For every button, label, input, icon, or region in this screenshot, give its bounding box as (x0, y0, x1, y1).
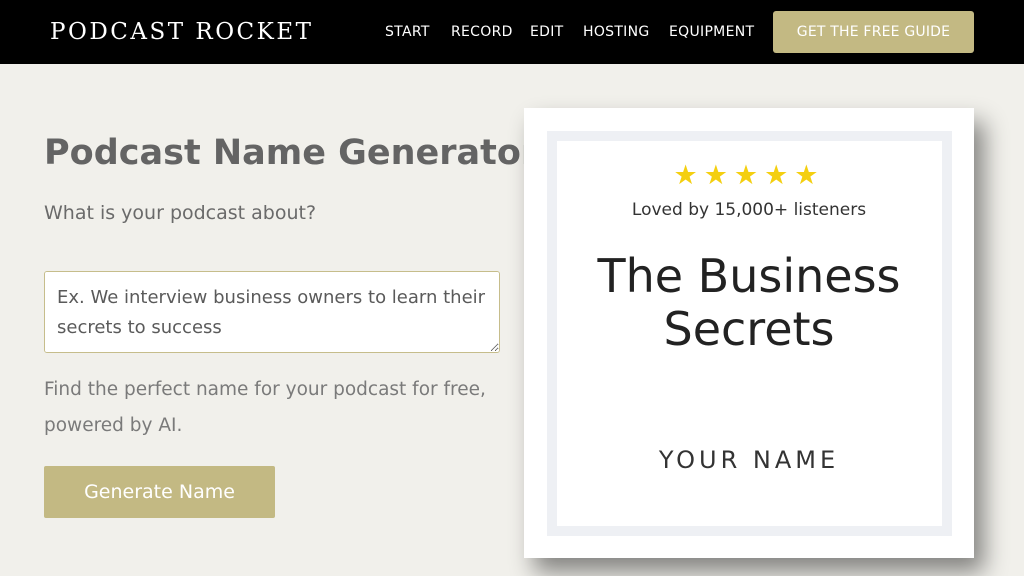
page-title: Podcast Name Generator (44, 133, 539, 173)
nav-item-equipment[interactable]: EQUIPMENT (669, 24, 754, 40)
free-guide-button[interactable]: GET THE FREE GUIDE (773, 11, 974, 53)
nav-item-start[interactable]: START (385, 24, 430, 40)
nav-item-record[interactable]: RECORD (451, 24, 513, 40)
nav-item-edit[interactable]: EDIT (530, 24, 564, 40)
generate-name-button[interactable]: Generate Name (44, 466, 275, 518)
site-logo[interactable]: PODCAST ROCKET (50, 19, 313, 45)
rating-stars-icon: ★★★★★ (673, 160, 825, 191)
generator-description: Find the perfect name for your podcast f… (44, 379, 486, 436)
cover-title: The Business Secrets (597, 249, 901, 356)
podcast-topic-input[interactable] (44, 271, 500, 353)
cover-author: YOUR NAME (658, 446, 840, 474)
nav-item-hosting[interactable]: HOSTING (583, 24, 650, 40)
podcast-topic-label: What is your podcast about? (44, 202, 317, 224)
podcast-cover-preview: ★★★★★ Loved by 15,000+ listeners The Bus… (524, 108, 974, 558)
top-nav: PODCAST ROCKET START RECORD EDIT HOSTING… (0, 0, 1024, 64)
rating-text: Loved by 15,000+ listeners (631, 200, 867, 220)
